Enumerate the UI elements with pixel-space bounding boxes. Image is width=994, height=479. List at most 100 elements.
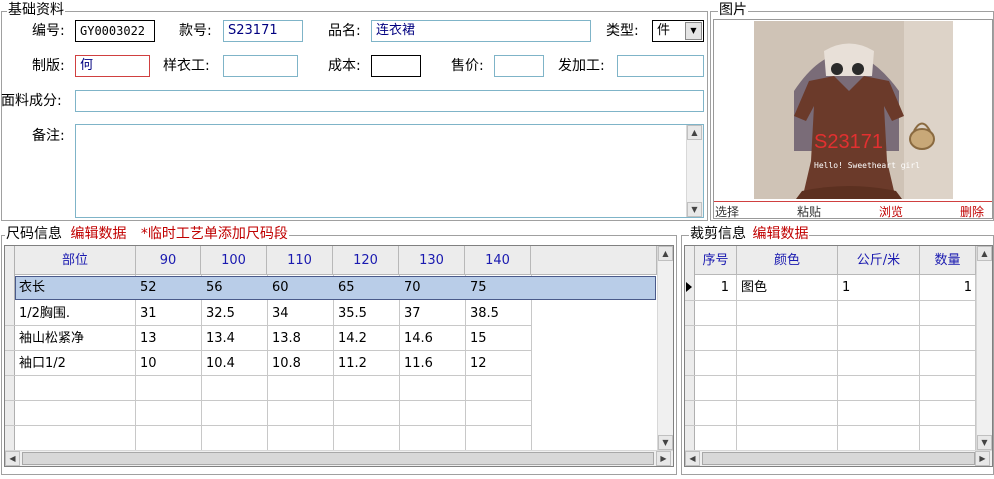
cut-cell[interactable]: 图色	[737, 275, 767, 300]
size-cell[interactable]: 38.5	[466, 301, 499, 326]
sample-worker-field[interactable]	[223, 55, 298, 77]
size-cell[interactable]: 32.5	[202, 301, 235, 326]
style-field[interactable]: S23171	[223, 20, 303, 42]
size-edit-link[interactable]: 编辑数据	[70, 226, 126, 242]
size-cell[interactable]: 14.2	[334, 326, 367, 351]
remark-scrollbar[interactable]: ▲ ▼	[686, 125, 703, 217]
code-field[interactable]: GY0003022	[75, 20, 155, 42]
size-cell[interactable]: 52	[136, 275, 157, 300]
cut-grid-line	[685, 400, 976, 401]
size-cell[interactable]: 56	[202, 275, 223, 300]
scroll-left-icon[interactable]: ◀	[685, 451, 700, 466]
name-field[interactable]: 连衣裙	[371, 20, 591, 42]
size-col-140[interactable]: 140	[465, 246, 531, 275]
size-grid-line	[531, 275, 532, 451]
cut-row-header	[685, 246, 695, 451]
size-info-legend: 尺码信息	[6, 226, 62, 242]
price-field[interactable]	[494, 55, 544, 77]
size-cell[interactable]: 13	[136, 326, 157, 351]
size-cell[interactable]: 75	[466, 275, 487, 300]
remark-textarea[interactable]: ▲ ▼	[75, 124, 704, 218]
product-image[interactable]: S23171 Hello! Sweetheart girl	[754, 21, 953, 199]
picture-browse-button[interactable]: 浏览	[879, 203, 903, 220]
fabric-field[interactable]	[75, 90, 704, 112]
cut-col-kg[interactable]: 公斤/米	[838, 246, 920, 275]
size-cell[interactable]: 31	[136, 301, 157, 326]
cut-grid-line	[685, 325, 976, 326]
size-col-120[interactable]: 120	[333, 246, 399, 275]
size-cell[interactable]: 袖山松紧净	[15, 326, 84, 351]
cut-edit-link[interactable]: 编辑数据	[752, 226, 808, 242]
size-cell[interactable]: 11.2	[334, 351, 367, 376]
basic-info-legend: 基础资料	[7, 2, 65, 18]
scroll-left-icon[interactable]: ◀	[5, 451, 20, 466]
remark-label: 备注:	[32, 128, 65, 144]
picture-legend: 图片	[718, 2, 748, 18]
scroll-down-icon[interactable]: ▼	[687, 202, 702, 217]
cut-col-seq[interactable]: 序号	[695, 246, 737, 275]
size-cell[interactable]: 15	[466, 326, 487, 351]
cut-col-color[interactable]: 颜色	[737, 246, 838, 275]
size-hscrollbar[interactable]: ◀ ▶	[5, 450, 673, 466]
maker-field[interactable]: 何	[75, 55, 150, 77]
scroll-up-icon[interactable]: ▲	[687, 125, 702, 140]
size-cell[interactable]: 14.6	[400, 326, 433, 351]
size-cell[interactable]: 60	[268, 275, 289, 300]
price-label: 售价:	[451, 58, 484, 74]
picture-paste-button[interactable]: 粘贴	[797, 203, 821, 220]
size-cell[interactable]: 13.4	[202, 326, 235, 351]
size-cell[interactable]: 10.4	[202, 351, 235, 376]
size-info-legend-wrap: 尺码信息 编辑数据 *临时工艺单添加尺码段	[5, 226, 289, 242]
image-watermark-text: S23171	[814, 131, 883, 153]
cut-grid-line	[685, 425, 976, 426]
cut-cell[interactable]: 1	[695, 275, 733, 300]
size-cell[interactable]: 34	[268, 301, 289, 326]
cut-grid: 序号 颜色 公斤/米 数量 1 图色 1 1 ▲ ▼ ◀ ▶	[684, 245, 993, 467]
scroll-up-icon[interactable]: ▲	[977, 246, 992, 261]
size-col-part[interactable]: 部位	[15, 246, 136, 275]
size-col-130[interactable]: 130	[399, 246, 465, 275]
cut-vscrollbar[interactable]: ▲ ▼	[976, 246, 992, 450]
size-col-90[interactable]: 90	[136, 246, 201, 275]
size-cell[interactable]: 10.8	[268, 351, 301, 376]
size-col-100[interactable]: 100	[201, 246, 267, 275]
size-cell[interactable]: 70	[400, 275, 421, 300]
size-cell[interactable]: 1/2胸围.	[15, 301, 70, 326]
cut-cell[interactable]: 1	[838, 275, 850, 300]
size-temp-link[interactable]: *临时工艺单添加尺码段	[141, 226, 288, 242]
picture-divider	[714, 201, 992, 202]
chevron-down-icon[interactable]: ▼	[685, 22, 702, 40]
maker-label: 制版:	[32, 58, 65, 74]
size-cell[interactable]: 袖口1/2	[15, 351, 66, 376]
cut-cell[interactable]: 1	[920, 275, 974, 300]
scroll-right-icon[interactable]: ▶	[975, 451, 990, 466]
scroll-thumb[interactable]	[702, 452, 975, 465]
size-cell[interactable]: 10	[136, 351, 157, 376]
cut-hscrollbar[interactable]: ◀ ▶	[685, 450, 992, 466]
size-col-110[interactable]: 110	[267, 246, 333, 275]
name-label: 品名:	[328, 23, 361, 39]
size-cell[interactable]: 37	[400, 301, 421, 326]
size-cell[interactable]: 13.8	[268, 326, 301, 351]
type-select[interactable]: 件 ▼	[652, 20, 704, 42]
scroll-down-icon[interactable]: ▼	[977, 435, 992, 450]
process-label: 发加工:	[558, 58, 605, 74]
cut-col-qty[interactable]: 数量	[920, 246, 976, 275]
scroll-thumb[interactable]	[22, 452, 654, 465]
size-cell[interactable]: 12	[466, 351, 487, 376]
size-row-header	[5, 246, 15, 451]
size-cell[interactable]: 65	[334, 275, 355, 300]
size-cell[interactable]: 衣长	[15, 275, 45, 300]
size-vscrollbar[interactable]: ▲ ▼	[657, 246, 673, 450]
scroll-up-icon[interactable]: ▲	[658, 246, 673, 261]
scroll-down-icon[interactable]: ▼	[658, 435, 673, 450]
cut-grid-line	[685, 350, 976, 351]
picture-delete-button[interactable]: 删除	[960, 203, 984, 220]
size-cell[interactable]: 11.6	[400, 351, 433, 376]
cost-field[interactable]	[371, 55, 421, 77]
size-cell[interactable]: 35.5	[334, 301, 367, 326]
picture-select-button[interactable]: 选择	[715, 203, 739, 220]
scroll-right-icon[interactable]: ▶	[656, 451, 671, 466]
process-field[interactable]	[617, 55, 704, 77]
type-select-value: 件	[657, 23, 671, 38]
